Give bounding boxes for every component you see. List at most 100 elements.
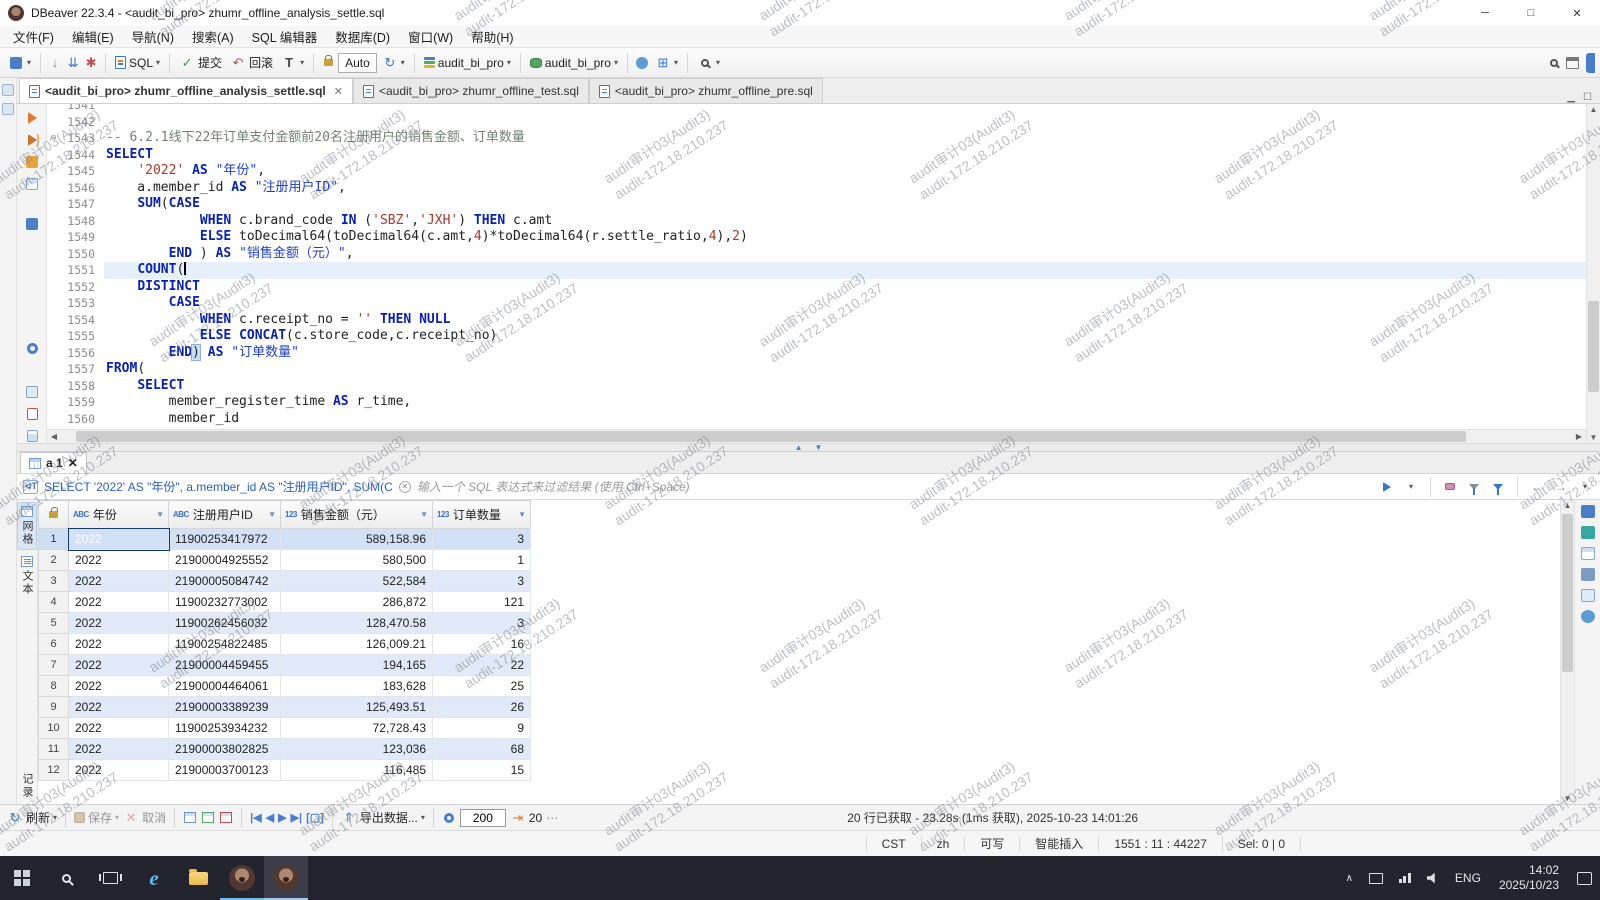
- code-text[interactable]: [104, 114, 1586, 131]
- row-number-cell[interactable]: 1: [39, 529, 69, 550]
- code-line[interactable]: 1544SELECT: [47, 147, 1586, 164]
- grid-cell[interactable]: 9: [433, 718, 531, 739]
- grid-cell[interactable]: 11900253417972: [169, 529, 281, 550]
- code-text[interactable]: [104, 104, 1586, 114]
- calc-panel-icon[interactable]: [1581, 526, 1595, 539]
- go-to-row-button[interactable]: [▢]: [306, 811, 324, 824]
- grid-cell[interactable]: 16: [433, 634, 531, 655]
- action-center-icon[interactable]: [1569, 856, 1600, 900]
- code-text[interactable]: '2022' AS "年份",: [104, 163, 1586, 180]
- code-text[interactable]: -- 6.2.1线下22年订单支付金额前20名注册用户的销售金额、订单数量: [104, 130, 1586, 147]
- clear-filter-icon[interactable]: [1441, 478, 1459, 496]
- grid-scroll-thumb[interactable]: [1562, 514, 1573, 672]
- code-line[interactable]: 1551 COUNT(: [47, 262, 1586, 279]
- grid-cell[interactable]: 21900004459455: [169, 655, 281, 676]
- code-line[interactable]: 1545 '2022' AS "年份",: [47, 163, 1586, 180]
- code-line[interactable]: 1554 WHEN c.receipt_no = '' THEN NULL: [47, 312, 1586, 329]
- overflow-menu-icon[interactable]: ⋯: [546, 811, 560, 825]
- code-line[interactable]: 1555 ELSE CONCAT(c.store_code,c.receipt_…: [47, 328, 1586, 345]
- grid-cell[interactable]: 21900003700123: [169, 760, 281, 781]
- export-data-button[interactable]: ⇑导出数据...▾: [341, 809, 425, 826]
- data-grid-doc-icon[interactable]: [23, 428, 41, 444]
- grid-cell[interactable]: 72,728.43: [281, 718, 433, 739]
- caret-position-indicator[interactable]: 1551 : 11 : 44227: [1098, 836, 1222, 852]
- fetch-page-button[interactable]: ⇥20: [510, 810, 542, 826]
- filter-forward-icon[interactable]: →: [1552, 478, 1570, 496]
- grid-cell[interactable]: 522,584: [281, 571, 433, 592]
- execute-script-icon[interactable]: [23, 132, 41, 148]
- monitor-tray-icon[interactable]: [1361, 856, 1391, 900]
- grid-cell[interactable]: 2022: [69, 613, 169, 634]
- code-text[interactable]: WHEN c.receipt_no = '' THEN NULL: [104, 312, 1586, 329]
- grid-cell[interactable]: 11900262456032: [169, 613, 281, 634]
- compare-icon[interactable]: ✱: [83, 55, 99, 71]
- grid-cell[interactable]: 2022: [69, 550, 169, 571]
- grid-cell[interactable]: 2022: [69, 718, 169, 739]
- duplicate-row-icon[interactable]: [201, 811, 215, 825]
- row-number-cell[interactable]: 9: [39, 697, 69, 718]
- volume-tray-icon[interactable]: [1419, 856, 1447, 900]
- code-text[interactable]: ELSE toDecimal64(toDecimal64(c.amt,4)*to…: [104, 229, 1586, 246]
- error-log-icon[interactable]: [23, 406, 41, 422]
- internet-explorer-icon[interactable]: e: [132, 856, 176, 900]
- code-line[interactable]: ⊖1543-- 6.2.1线下22年订单支付金额前20名注册用户的销售金额、订单…: [47, 130, 1586, 147]
- menu-item[interactable]: 编辑(E): [63, 24, 123, 49]
- row-number-cell[interactable]: 10: [39, 718, 69, 739]
- grid-cell[interactable]: 589,158.96: [281, 529, 433, 550]
- code-text[interactable]: CASE: [104, 295, 1586, 312]
- scroll-left-icon[interactable]: ◀: [47, 432, 61, 441]
- grid-scroll-down-icon[interactable]: ▼: [1561, 794, 1574, 803]
- code-text[interactable]: END ) AS "销售金额（元）",: [104, 246, 1586, 263]
- code-line[interactable]: 1559 member_register_time AS r_time,: [47, 394, 1586, 411]
- database-selector[interactable]: audit_bi_pro▾: [421, 54, 514, 72]
- code-line[interactable]: 1546 a.member_id AS "注册用户ID",: [47, 180, 1586, 197]
- menu-item[interactable]: 帮助(H): [462, 24, 522, 49]
- code-text[interactable]: SELECT: [104, 147, 1586, 164]
- row-number-cell[interactable]: 7: [39, 655, 69, 676]
- menu-item[interactable]: 文件(F): [4, 24, 63, 49]
- new-connection-button[interactable]: ▾: [5, 53, 34, 73]
- grouping-panel-icon[interactable]: [1581, 547, 1595, 560]
- delete-row-icon[interactable]: [219, 811, 233, 825]
- dbeaver-taskbar-icon-active[interactable]: [264, 856, 308, 900]
- filter-settings-icon[interactable]: [1465, 478, 1483, 496]
- code-line[interactable]: 1547 SUM(CASE: [47, 196, 1586, 213]
- vertical-scroll-thumb[interactable]: [1588, 301, 1599, 393]
- transaction-log-button[interactable]: T▾: [278, 53, 307, 73]
- scroll-down-icon[interactable]: ▼: [1587, 433, 1600, 442]
- grid-cell[interactable]: 2022: [69, 739, 169, 760]
- fetch-size-input[interactable]: [460, 809, 506, 827]
- grid-cell[interactable]: 2022: [69, 571, 169, 592]
- open-sql-console-icon[interactable]: [23, 216, 41, 232]
- grid-cell[interactable]: 26: [433, 697, 531, 718]
- maximize-button[interactable]: □: [1508, 0, 1554, 26]
- metadata-panel-icon[interactable]: [1581, 568, 1595, 581]
- grid-cell[interactable]: 286,872: [281, 592, 433, 613]
- sort-dropdown-icon[interactable]: ▼: [156, 510, 164, 519]
- grid-cell[interactable]: 123,036: [281, 739, 433, 760]
- minimize-button[interactable]: ─: [1462, 0, 1508, 26]
- grid-cell[interactable]: 126,009.21: [281, 634, 433, 655]
- previous-row-button[interactable]: ◀: [266, 811, 274, 824]
- editor-results-splitter[interactable]: ▲ ▼: [17, 443, 1600, 452]
- grid-cell[interactable]: 22: [433, 655, 531, 676]
- close-tab-icon[interactable]: ✕: [334, 85, 343, 98]
- taskbar-clock[interactable]: 14:02 2025/10/23: [1489, 863, 1569, 893]
- grid-cell[interactable]: 125,493.51: [281, 697, 433, 718]
- row-number-cell[interactable]: 2: [39, 550, 69, 571]
- grid-cell[interactable]: 580,500: [281, 550, 433, 571]
- grid-cell[interactable]: 2022: [69, 697, 169, 718]
- grid-cell[interactable]: 21900004925552: [169, 550, 281, 571]
- code-text[interactable]: member_id: [104, 411, 1586, 428]
- input-language-indicator[interactable]: ENG: [1447, 856, 1489, 900]
- results-tab[interactable]: a 1 ✕: [20, 452, 87, 473]
- chart-panel-icon[interactable]: [1581, 610, 1595, 623]
- grid-cell[interactable]: 2022: [69, 676, 169, 697]
- explain-plan-icon[interactable]: [23, 154, 41, 170]
- grid-cell[interactable]: 128,470.58: [281, 613, 433, 634]
- perspective-icon[interactable]: [1564, 55, 1580, 71]
- grid-cell[interactable]: 21900004464061: [169, 676, 281, 697]
- save-all-icon[interactable]: ⇊: [65, 55, 81, 71]
- record-mode-button[interactable]: 记录: [18, 770, 36, 802]
- grid-cell[interactable]: 116,485: [281, 760, 433, 781]
